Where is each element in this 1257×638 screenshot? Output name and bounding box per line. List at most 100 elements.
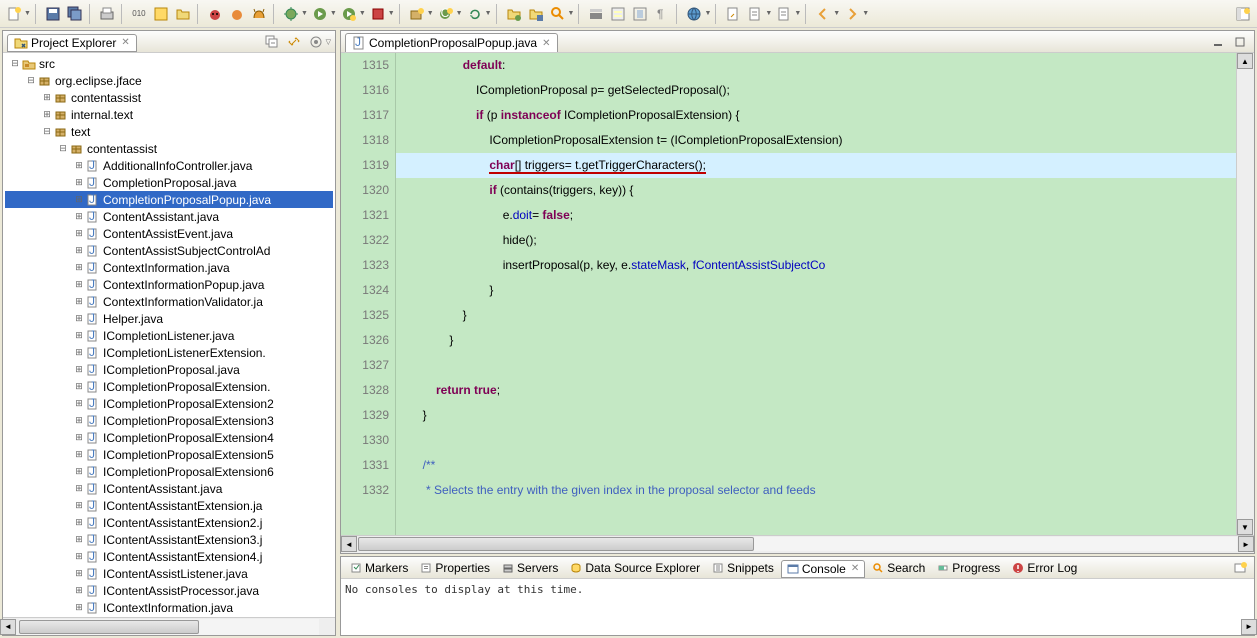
expand-icon[interactable]: ⊞: [73, 330, 85, 341]
tree-item[interactable]: ⊞JIContentAssistantExtension.ja: [5, 497, 333, 514]
expand-icon[interactable]: ⊞: [73, 517, 85, 528]
tree-item[interactable]: ⊞JICompletionProposalExtension5: [5, 446, 333, 463]
bottom-tab-progress[interactable]: Progress: [932, 560, 1005, 576]
expand-icon[interactable]: ⊞: [73, 364, 85, 375]
run-button[interactable]: [310, 4, 330, 24]
expand-icon[interactable]: ⊟: [57, 143, 69, 154]
save-button[interactable]: [43, 4, 63, 24]
tree-item[interactable]: ⊞JIContentAssistantExtension2.j: [5, 514, 333, 531]
view-menu-icon[interactable]: ▽: [326, 38, 331, 46]
open-console-button[interactable]: [1230, 558, 1250, 578]
bottom-tab-data-source-explorer[interactable]: Data Source Explorer: [565, 560, 705, 576]
scroll-up-arrow[interactable]: ▲: [1237, 53, 1253, 69]
bottom-tab-properties[interactable]: Properties: [415, 560, 495, 576]
tree-item[interactable]: ⊟text: [5, 123, 333, 140]
expand-icon[interactable]: ⊞: [73, 551, 85, 562]
tree-item[interactable]: ⊞JICompletionProposalExtension6: [5, 463, 333, 480]
editor-hscroll[interactable]: ◄ ►: [341, 535, 1254, 553]
bottom-tab-markers[interactable]: Markers: [345, 560, 413, 576]
print-button[interactable]: [97, 4, 117, 24]
expand-icon[interactable]: ⊟: [41, 126, 53, 137]
bottom-tab-snippets[interactable]: Snippets: [707, 560, 779, 576]
scroll-down-arrow[interactable]: ▼: [1237, 519, 1253, 535]
code-content[interactable]: default: ICompletionProposal p= getSelec…: [396, 53, 1236, 503]
collapse-all-button[interactable]: [262, 32, 282, 52]
tree-item[interactable]: ⊞JIContentAssistListener.java: [5, 565, 333, 582]
tree-item[interactable]: ⊞JIContentAssistantExtension4.j: [5, 548, 333, 565]
scroll-right-arrow[interactable]: ►: [1241, 619, 1257, 635]
explorer-hscroll[interactable]: ◄ ►: [3, 617, 335, 635]
expand-icon[interactable]: ⊞: [73, 432, 85, 443]
tree-item[interactable]: ⊟src: [5, 55, 333, 72]
new-class-button[interactable]: C: [436, 4, 456, 24]
bottom-tab-servers[interactable]: Servers: [497, 560, 563, 576]
toggle-breadcrumb-button[interactable]: [586, 4, 606, 24]
expand-icon[interactable]: ⊞: [73, 245, 85, 256]
expand-icon[interactable]: ⊞: [73, 262, 85, 273]
tree-item[interactable]: ⊞internal.text: [5, 106, 333, 123]
new-package-button[interactable]: [407, 4, 427, 24]
back-button[interactable]: [813, 4, 833, 24]
folder-button[interactable]: [173, 4, 193, 24]
debug-button[interactable]: [281, 4, 301, 24]
editor-tab-close-icon[interactable]: ✕: [542, 38, 550, 49]
tree-item[interactable]: ⊟org.eclipse.jface: [5, 72, 333, 89]
run-server-button[interactable]: [339, 4, 359, 24]
explorer-close-icon[interactable]: ✕: [121, 37, 129, 48]
editor-body[interactable]: 1315131613171318131913201321132213231324…: [341, 53, 1254, 535]
editor-tab-active[interactable]: J CompletionProposalPopup.java ✕: [345, 33, 558, 52]
scroll-left-arrow[interactable]: ◄: [0, 619, 16, 635]
bug-red-icon[interactable]: [205, 4, 225, 24]
tree-item[interactable]: ⊞JHelper.java: [5, 310, 333, 327]
tree-item[interactable]: ⊞JIContextInformation.java: [5, 599, 333, 616]
last-edit-button[interactable]: [723, 4, 743, 24]
expand-icon[interactable]: ⊟: [9, 58, 21, 69]
scroll-right-arrow[interactable]: ►: [1238, 536, 1254, 552]
link-editor-button[interactable]: [284, 32, 304, 52]
expand-icon[interactable]: ⊞: [41, 109, 53, 120]
tree-item[interactable]: ⊞contentassist: [5, 89, 333, 106]
tree-item[interactable]: ⊞JICompletionListener.java: [5, 327, 333, 344]
prev-annotation-button[interactable]: [774, 4, 794, 24]
search-button[interactable]: [548, 4, 568, 24]
expand-icon[interactable]: ⊞: [73, 347, 85, 358]
binary-icon[interactable]: 010: [129, 4, 149, 24]
maximize-button[interactable]: [1230, 32, 1250, 52]
minimize-button[interactable]: [1208, 32, 1228, 52]
bottom-tab-search[interactable]: Search: [867, 560, 930, 576]
tree-item[interactable]: ⊞JICompletionProposal.java: [5, 361, 333, 378]
tree-item[interactable]: ⊞JICompletionListenerExtension.: [5, 344, 333, 361]
tree-item[interactable]: ⊞JContentAssistant.java: [5, 208, 333, 225]
tree-item[interactable]: ⊞JContextInformation.java: [5, 259, 333, 276]
scroll-left-arrow[interactable]: ◄: [341, 536, 357, 552]
expand-icon[interactable]: ⊞: [41, 92, 53, 103]
cat-icon[interactable]: [249, 4, 269, 24]
next-annotation-button[interactable]: [745, 4, 765, 24]
expand-icon[interactable]: ⊟: [25, 75, 37, 86]
close-icon[interactable]: ✕: [851, 563, 859, 574]
expand-icon[interactable]: ⊞: [73, 534, 85, 545]
tree-item[interactable]: ⊞JIContentAssistProcessor.java: [5, 582, 333, 599]
block-selection-button[interactable]: [630, 4, 650, 24]
tree-item[interactable]: ⊞JCompletionProposalPopup.java: [5, 191, 333, 208]
expand-icon[interactable]: ⊞: [73, 483, 85, 494]
build-button[interactable]: [151, 4, 171, 24]
bottom-tab-error-log[interactable]: Error Log: [1007, 560, 1082, 576]
tree-item[interactable]: ⊟contentassist: [5, 140, 333, 157]
expand-icon[interactable]: ⊞: [73, 160, 85, 171]
expand-icon[interactable]: ⊞: [73, 194, 85, 205]
refresh-button[interactable]: [465, 4, 485, 24]
expand-icon[interactable]: ⊞: [73, 415, 85, 426]
expand-icon[interactable]: ⊞: [73, 568, 85, 579]
web-browser-button[interactable]: [684, 4, 704, 24]
tree-item[interactable]: ⊞JIContentAssistant.java: [5, 480, 333, 497]
expand-icon[interactable]: ⊞: [73, 177, 85, 188]
tree-item[interactable]: ⊞JContentAssistSubjectControlAd: [5, 242, 333, 259]
explorer-tree[interactable]: ⊟src⊟org.eclipse.jface⊞contentassist⊞int…: [3, 53, 335, 617]
mark-occurrences-button[interactable]: [608, 4, 628, 24]
forward-button[interactable]: [842, 4, 862, 24]
tree-item[interactable]: ⊞JICompletionProposalExtension3: [5, 412, 333, 429]
external-tools-button[interactable]: [368, 4, 388, 24]
expand-icon[interactable]: ⊞: [73, 211, 85, 222]
tree-item[interactable]: ⊞JContentAssistEvent.java: [5, 225, 333, 242]
